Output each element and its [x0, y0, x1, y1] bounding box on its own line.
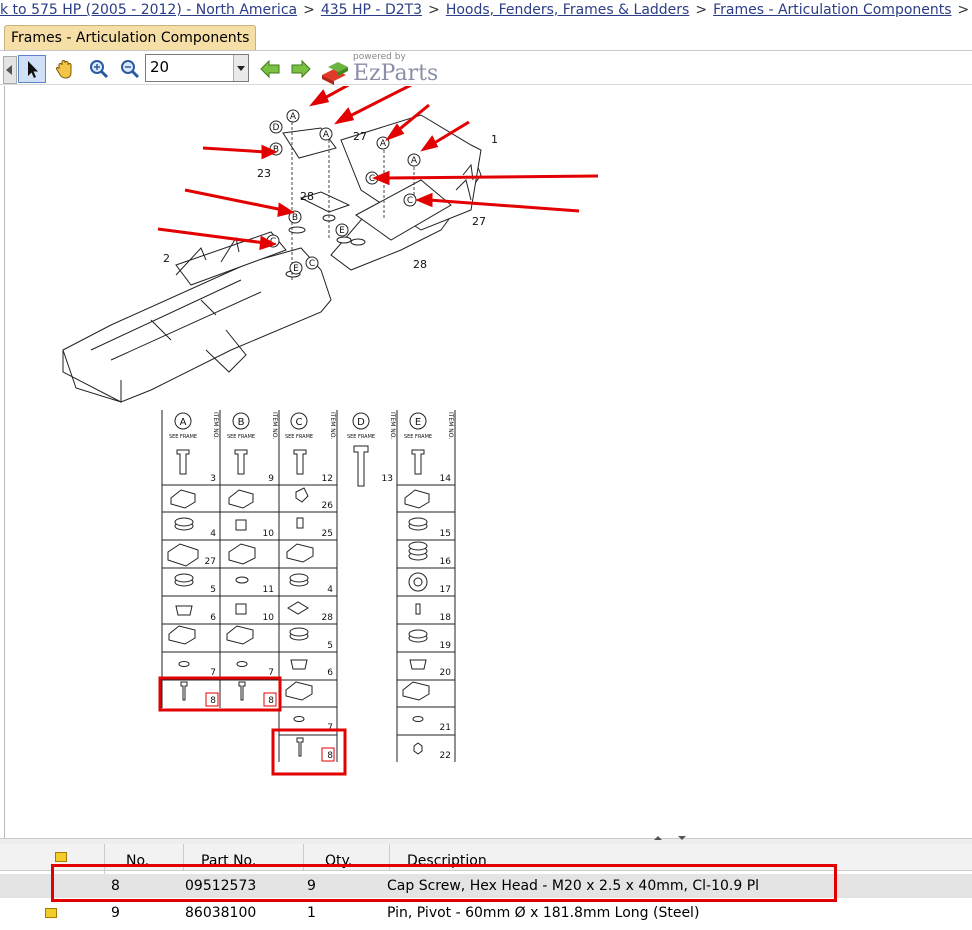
legend-item: 17 [440, 585, 451, 595]
callout-a: A [323, 130, 330, 140]
tab-frames-articulation[interactable]: Frames - Articulation Components [4, 25, 257, 50]
legend-item: 3 [210, 474, 216, 484]
chevron-down-icon[interactable] [233, 55, 248, 81]
callout-b: B [292, 213, 298, 223]
legend-item: 21 [440, 723, 451, 733]
splitter-arrows-icon[interactable] [650, 835, 690, 841]
legend-item: 14 [440, 474, 452, 484]
see-frame-label: SEE FRAME [404, 434, 432, 440]
callout-c: C [309, 259, 315, 269]
legend-item: 4 [210, 529, 216, 539]
legend-item: 16 [440, 557, 452, 567]
callout-a: A [411, 156, 418, 166]
legend-item: 4 [327, 585, 333, 595]
ezparts-logo: powered by EzParts [320, 52, 438, 86]
legend-item: 6 [327, 668, 333, 678]
legend-item: 10 [263, 613, 275, 623]
legend-item: 8 [210, 696, 216, 706]
zoom-out-icon[interactable] [116, 55, 144, 83]
callout-number: 27 [472, 215, 486, 228]
row-no: 9 [111, 905, 120, 921]
callout-number: 27 [353, 130, 367, 143]
legend-item: 8 [327, 751, 333, 761]
legend-item: 5 [327, 641, 333, 651]
see-frame-label: SEE FRAME [347, 434, 375, 440]
legend-item: 15 [440, 529, 451, 539]
tab-bar: Frames - Articulation Components [0, 22, 972, 51]
legend-letter-a: A [180, 417, 187, 428]
legend-item: 22 [440, 751, 451, 761]
breadcrumb-category[interactable]: Hoods, Fenders, Frames & Ladders [446, 2, 690, 18]
callout-e: E [293, 264, 299, 274]
legend-letter-d: D [357, 417, 365, 428]
legend-item: 6 [210, 613, 216, 623]
breadcrumb-engine[interactable]: 435 HP - D2T3 [321, 2, 422, 18]
legend-item: 9 [268, 474, 274, 484]
item-no-label: ITEM NO. [271, 412, 278, 439]
see-frame-label: SEE FRAME [285, 434, 313, 440]
breadcrumb-separator: > [303, 2, 315, 18]
breadcrumb: k to 575 HP (2005 - 2012) - North Americ… [0, 0, 972, 20]
callout-number: 28 [413, 258, 427, 271]
legend-item: 13 [382, 474, 393, 484]
item-no-label: ITEM NO. [389, 412, 396, 439]
breadcrumb-separator: > [695, 2, 708, 18]
part-icon [45, 908, 57, 918]
legend-item: 18 [440, 613, 452, 623]
forward-arrow-icon[interactable] [287, 55, 315, 83]
callout-number: 1 [491, 133, 498, 146]
see-frame-label: SEE FRAME [169, 434, 197, 440]
see-frame-label: SEE FRAME [227, 434, 255, 440]
parts-table: No. Part No. Qty. Description 8 09512573… [0, 844, 972, 930]
legend-item: 8 [268, 696, 274, 706]
legend-item: 20 [440, 668, 452, 678]
logo-text: EzParts [353, 61, 439, 86]
callout-a: A [290, 112, 297, 122]
legend-item: 12 [322, 474, 333, 484]
logo-boxes-icon [322, 62, 348, 85]
breadcrumb-separator: > [428, 2, 440, 18]
legend-item: 5 [210, 585, 216, 595]
row-highlight-box [51, 864, 837, 902]
row-part-no: 86038100 [185, 905, 257, 921]
zoom-value: 20 [150, 58, 170, 76]
breadcrumb-model[interactable]: k to 575 HP (2005 - 2012) - North Americ… [0, 2, 297, 18]
pointer-icon[interactable] [18, 55, 46, 83]
diagram-canvas[interactable]: AD AB AA CC BC EC E 1 2 23 27 27 28 28 A… [4, 86, 972, 838]
legend-item: 19 [440, 641, 452, 651]
breadcrumb-section[interactable]: Frames - Articulation Components [713, 2, 951, 18]
callout-d: D [273, 123, 280, 133]
legend-item: 11 [263, 585, 274, 595]
callout-c: C [369, 174, 375, 184]
legend-letter-e: E [415, 417, 421, 428]
callout-c: C [407, 196, 413, 206]
legend-item: 27 [205, 557, 216, 567]
row-description: Pin, Pivot - 60mm Ø x 181.8mm Long (Stee… [387, 905, 700, 921]
row-qty: 1 [307, 905, 316, 921]
callout-e: E [339, 226, 345, 236]
back-arrow-icon[interactable] [256, 55, 284, 83]
hand-icon[interactable] [50, 55, 78, 83]
zoom-in-icon[interactable] [85, 55, 113, 83]
callout-number: 23 [257, 167, 271, 180]
legend-item: 26 [322, 501, 334, 511]
item-no-label: ITEM NO. [329, 412, 336, 439]
item-no-label: ITEM NO. [447, 412, 454, 439]
table-row[interactable]: 9 86038100 1 Pin, Pivot - 60mm Ø x 181.8… [0, 901, 972, 925]
breadcrumb-separator: > [957, 2, 970, 18]
zoom-select[interactable]: 20 [145, 54, 249, 82]
legend-item: 28 [322, 613, 334, 623]
legend-item: 10 [263, 529, 275, 539]
exploded-diagram: AD AB AA CC BC EC E 1 2 23 27 27 28 28 A… [62, 86, 599, 776]
legend-letter-b: B [238, 417, 245, 428]
item-no-label: ITEM NO. [212, 412, 219, 439]
callout-number: 2 [163, 252, 170, 265]
legend-letter-c: C [296, 417, 303, 428]
callout-number: 28 [300, 190, 314, 203]
legend-item: 25 [322, 529, 333, 539]
collapse-left-icon[interactable] [3, 56, 17, 84]
folder-icon [55, 852, 67, 862]
